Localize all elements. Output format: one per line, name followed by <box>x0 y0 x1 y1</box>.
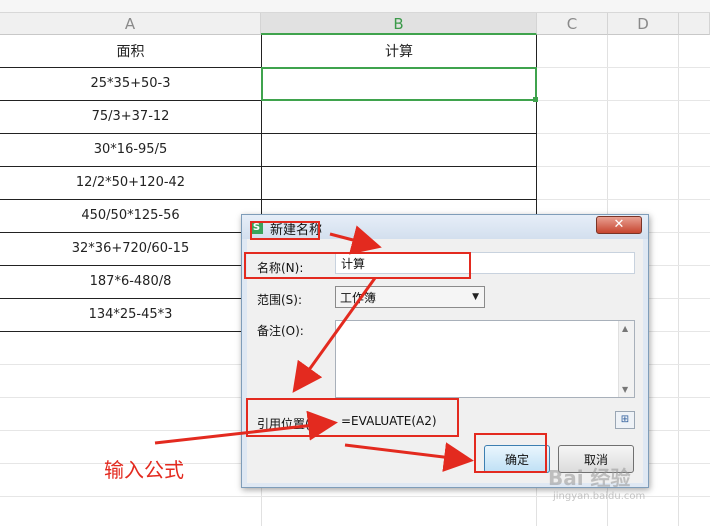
watermark-url: jingyan.baidu.com <box>553 491 646 502</box>
annotation-text: 输入公式 <box>104 458 184 482</box>
arrow-title-to-name <box>329 225 382 255</box>
watermark-logo: Bai 经验 <box>548 466 631 490</box>
arrow-name-to-ref <box>292 277 377 393</box>
annotation-arrows <box>154 225 474 472</box>
arrow-text-to-ref <box>154 410 338 445</box>
arrow-to-ok <box>344 442 474 472</box>
